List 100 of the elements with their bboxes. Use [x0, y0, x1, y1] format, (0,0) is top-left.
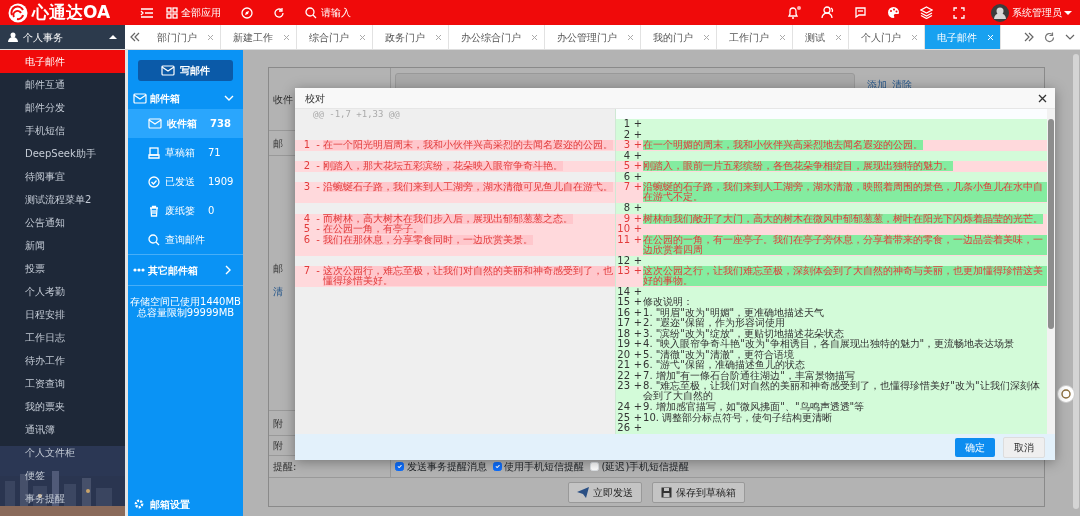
envelope-icon: [148, 118, 162, 129]
sidebar-item[interactable]: 待办工作: [0, 349, 125, 372]
diff-sign: +: [633, 359, 643, 371]
double-chevron-right-icon[interactable]: [1024, 32, 1034, 42]
sidebar-item[interactable]: DeepSeek助手: [0, 142, 125, 165]
sidebar-item[interactable]: 事务提醒: [0, 487, 125, 510]
added-line: 9. 增加感官描写，如"微风拂面"、"鸟鸣声透透"等: [643, 401, 865, 413]
sidebar-item[interactable]: 个人文件柜: [0, 441, 125, 464]
all-apps-button[interactable]: 全部应用: [166, 5, 221, 20]
mailbox-heading: 邮件箱: [149, 91, 180, 106]
sidebar-item[interactable]: 我的票夹: [0, 395, 125, 418]
menu-icon[interactable]: [140, 6, 155, 19]
refresh-icon[interactable]: [272, 6, 285, 19]
sidebar-item[interactable]: 电子邮件: [0, 50, 125, 73]
line-number: 6: [623, 170, 630, 182]
fullscreen-icon[interactable]: [953, 6, 965, 19]
sidebar-item[interactable]: 测试流程菜单2: [0, 188, 125, 211]
dialog-title: 校对: [305, 91, 325, 106]
circle-icon[interactable]: [1057, 385, 1075, 403]
user-icon: [8, 32, 18, 42]
line-number: 5: [303, 223, 310, 235]
refresh-icon[interactable]: [1044, 31, 1055, 43]
diff-sign: +: [633, 139, 643, 151]
compose-button[interactable]: 写邮件: [138, 60, 233, 81]
check-circle-icon: [148, 175, 160, 188]
form-label: 提醒:: [273, 460, 297, 474]
sidebar-item[interactable]: 工资查询: [0, 372, 125, 395]
diff-sign: +: [633, 233, 643, 245]
sidebar-item[interactable]: 投票: [0, 257, 125, 280]
scrollbar[interactable]: [1047, 109, 1055, 434]
form-button[interactable]: 保存到草稿箱: [652, 481, 745, 503]
user-menu[interactable]: 系统管理员: [991, 3, 1072, 22]
close-icon[interactable]: [1038, 93, 1047, 103]
sidebar-item[interactable]: 通讯簿: [0, 418, 125, 441]
chevron-down-icon[interactable]: [1065, 32, 1075, 42]
search-icon: [304, 6, 317, 19]
caret-icon: [1064, 9, 1072, 16]
line-number: 5: [623, 160, 630, 172]
line-number: 24: [617, 401, 630, 413]
diff-sign: -: [316, 181, 320, 193]
sidebar-item[interactable]: 待阅事宜: [0, 165, 125, 188]
form-label: 邮: [273, 262, 283, 276]
diff-sign: +: [633, 181, 643, 193]
scrollbar[interactable]: [1073, 54, 1079, 509]
folder-count: 0: [208, 204, 215, 218]
line-number: 8: [623, 202, 630, 214]
diff-sign: +: [633, 202, 643, 214]
form-label: 邮: [273, 136, 283, 151]
sidebar-item[interactable]: 手机短信: [0, 119, 125, 142]
added-line: 4. "映入眼帘争奇斗艳"改为"争相诱目，各自展现出独特的魅力"，更流畅地表达场景: [643, 338, 1015, 350]
line-number: 15: [617, 296, 630, 308]
diff-sign: +: [633, 380, 643, 392]
people-icon[interactable]: [821, 6, 834, 19]
form-button[interactable]: 立即发送: [568, 481, 642, 503]
text-link[interactable]: 添加: [867, 77, 887, 92]
checkbox-label: 使用手机短信提醒: [504, 460, 584, 474]
added-line: 7. 增加"有一條石台阶通往湖边"，丰富景物描写: [643, 369, 855, 381]
sidebar-item[interactable]: 邮件互通: [0, 73, 125, 96]
line-number: 16: [617, 306, 630, 318]
sidebar-item[interactable]: 邮件分发: [0, 96, 125, 119]
search-icon: [148, 233, 160, 246]
diff-sign: +: [633, 306, 643, 318]
chevron-down-icon[interactable]: [224, 94, 234, 102]
checkbox[interactable]: [492, 462, 502, 471]
sidebar-item[interactable]: 日程安排: [0, 303, 125, 326]
sidebar-header[interactable]: 个人事务: [0, 25, 125, 49]
diff-sign: +: [633, 286, 643, 297]
search-field[interactable]: 请输入: [319, 4, 400, 21]
compass-icon[interactable]: [240, 6, 253, 19]
sidebar-item[interactable]: 便签: [0, 464, 125, 487]
diff-sign: -: [316, 223, 320, 235]
palette-icon[interactable]: [887, 6, 900, 19]
layers-icon[interactable]: [920, 6, 933, 19]
bell-icon[interactable]: [787, 6, 799, 19]
added-line: 修改说明：: [643, 296, 693, 308]
sidebar-item[interactable]: 新闻: [0, 234, 125, 257]
line-number: 1: [303, 139, 310, 151]
chat-icon[interactable]: [854, 6, 867, 19]
checkbox-label: 发送事务提醒消息: [406, 460, 487, 474]
diff-sign: -: [316, 139, 320, 151]
sidebar-item[interactable]: 工作日志: [0, 326, 125, 349]
line-number: 26: [617, 422, 630, 434]
paper-plane-icon: [577, 486, 589, 498]
envelope-icon: [133, 92, 147, 104]
line-number: 14: [617, 286, 630, 297]
line-number: 2: [623, 128, 630, 140]
cancel-button[interactable]: 取消: [1003, 436, 1045, 458]
diff-sign: +: [633, 422, 643, 434]
sidebar-item[interactable]: 个人考勤: [0, 280, 125, 303]
grid-icon: [166, 6, 179, 19]
added-line: 2. "遐迩"保留，作为形容词使用: [643, 317, 785, 329]
diff-sign: -: [316, 212, 320, 224]
sidebar-item[interactable]: 公告通知: [0, 211, 125, 234]
clear-link[interactable]: 清: [273, 284, 283, 299]
line-number: 4: [303, 212, 310, 224]
diff-sign: +: [633, 254, 643, 266]
diff-sign: +: [633, 118, 643, 130]
diff-sign: +: [633, 265, 643, 277]
checkbox[interactable]: [395, 462, 404, 471]
line-number: 2: [303, 160, 310, 172]
